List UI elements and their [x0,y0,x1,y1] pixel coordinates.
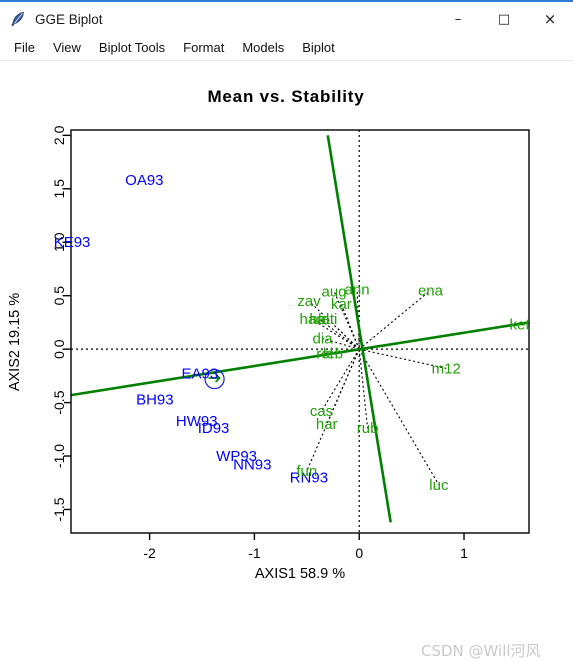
y-tick-label: -1.0 [51,444,67,468]
x-tick-label: -1 [248,545,261,561]
menu-biplot-tools[interactable]: Biplot Tools [90,37,174,59]
environment-label-zav: zav [297,293,321,310]
y-tick-label: 1.5 [51,179,67,199]
menu-format[interactable]: Format [174,37,233,59]
menu-biplot[interactable]: Biplot [293,37,344,59]
x-tick-label: -2 [143,545,156,561]
chart-title: Mean vs. Stability [207,87,364,106]
window-title: GGE Biplot [35,11,103,27]
y-axis-label: AXIS2 19.15 % [7,293,23,391]
environment-label-fun: fun [296,463,317,480]
title-bar: GGE Biplot – □ × [0,2,573,36]
genotype-label-ID93: ID93 [198,420,230,437]
y-tick-label: 2.0 [51,125,67,145]
menu-models[interactable]: Models [233,37,293,59]
watermark: CSDN @Will河风 [421,642,541,660]
environment-label-lati: lati [318,311,337,328]
genotype-label-EA93: EA93 [182,366,219,383]
menu-bar: File View Biplot Tools Format Models Bip… [0,36,573,61]
genotype-label-NN93: NN93 [233,457,271,474]
x-axis-label: AXIS1 58.9 % [255,566,345,582]
y-tick-label: 0.0 [51,339,67,359]
environment-label-rub: rub [357,420,379,437]
environment-vector-luc [358,348,440,486]
aec-ordinate-line [326,135,392,523]
y-tick-label: -1.5 [51,497,67,521]
window-controls: – □ × [435,2,573,36]
genotype-label-BH93: BH93 [136,391,174,408]
r-feather-icon [7,8,29,30]
environment-label-m12: m12 [432,360,461,377]
environment-label-luc: luc [429,477,449,494]
biplot-svg: Mean vs. Stability-1.5-1.0-0.50.00.51.01… [7,87,531,582]
genotype-label-KE93: KE93 [54,234,91,251]
environment-label-ket: ket [510,317,531,334]
environment-label-har: har [316,416,338,433]
y-tick-label: -0.5 [51,390,67,414]
y-tick-label: 0.5 [51,286,67,306]
menu-file[interactable]: File [5,37,44,59]
genotype-label-OA93: OA93 [125,172,163,189]
maximize-button[interactable]: □ [481,2,527,36]
close-button[interactable]: × [527,2,573,36]
aec-abscissa-line [70,321,530,397]
menu-view[interactable]: View [44,37,90,59]
x-tick-label: 1 [460,545,468,561]
minimize-button[interactable]: – [435,2,481,36]
environment-label-leb: leb [323,345,343,362]
biplot-canvas[interactable]: Mean vs. Stability -1.5 -1.0 -0.5 0.0 0.5 1.0 1… [0,62,573,660]
environment-label-ena: ena [418,282,444,299]
x-tick-label: 0 [355,545,363,561]
app-window: GGE Biplot – □ × File View Biplot Tools … [0,0,573,660]
